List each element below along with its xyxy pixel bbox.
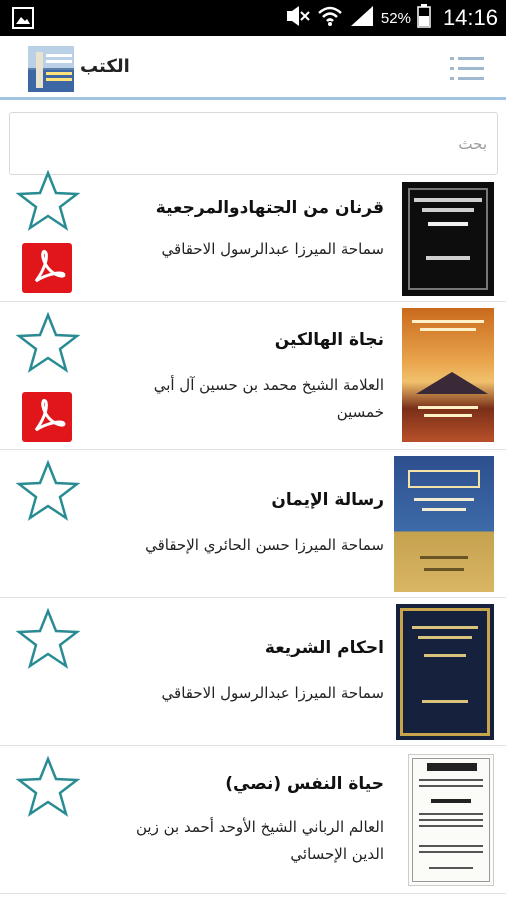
star-icon[interactable] xyxy=(16,608,80,670)
book-cover xyxy=(394,456,494,592)
book-author: سماحة الميرزا عبدالرسول الاحقاقي xyxy=(161,240,384,258)
list-item[interactable]: احكام الشريعة سماحة الميرزا عبدالرسول ال… xyxy=(0,598,506,746)
app-logo[interactable] xyxy=(28,46,74,92)
search-box xyxy=(9,112,498,175)
book-title: قرنان من الجتهادوالمرجعية xyxy=(155,198,384,218)
pdf-icon[interactable] xyxy=(22,243,72,293)
list-item[interactable]: نجاة الهالكين العلامة الشيخ محمد بن حسين… xyxy=(0,302,506,450)
page-title: الكتب xyxy=(80,56,130,77)
book-cover xyxy=(402,308,494,442)
star-icon[interactable] xyxy=(16,170,80,232)
list-item[interactable]: رسالة الإيمان سماحة الميرزا حسن الحائري … xyxy=(0,450,506,598)
book-title: رسالة الإيمان xyxy=(271,490,384,510)
mute-icon xyxy=(285,5,311,31)
menu-icon[interactable] xyxy=(450,56,484,82)
book-title: احكام الشريعة xyxy=(264,638,384,658)
star-icon[interactable] xyxy=(16,756,80,818)
book-author: سماحة الميرزا حسن الحائري الإحقاقي xyxy=(145,536,384,554)
battery-icon xyxy=(417,4,431,32)
search-input[interactable] xyxy=(20,131,487,157)
gallery-notification-icon xyxy=(12,7,34,33)
book-author: العلامة الشيخ محمد بن حسين آل أبي خمسين xyxy=(153,376,384,421)
book-title: نجاة الهالكين xyxy=(274,330,384,350)
star-icon[interactable] xyxy=(16,460,80,522)
list-item[interactable]: حياة النفس (نصي) العالم الرباني الشيخ ال… xyxy=(0,746,506,894)
book-title: حياة النفس (نصي) xyxy=(225,774,384,794)
book-author: العالم الرباني الشيخ الأوحد أحمد بن زين … xyxy=(136,818,384,863)
book-cover xyxy=(408,754,494,886)
clock: 14:16 xyxy=(442,5,498,30)
book-cover xyxy=(402,182,494,296)
pdf-icon[interactable] xyxy=(22,392,72,442)
book-author: سماحة الميرزا عبدالرسول الاحقاقي xyxy=(161,684,384,702)
status-bar: 52% 14:16 xyxy=(0,0,506,36)
star-icon[interactable] xyxy=(16,312,80,374)
list-item[interactable]: قرنان من الجتهادوالمرجعية سماحة الميرزا … xyxy=(0,170,506,302)
wifi-icon xyxy=(317,5,343,31)
battery-percent: 52% xyxy=(380,9,411,27)
signal-icon xyxy=(349,5,375,31)
book-list: قرنان من الجتهادوالمرجعية سماحة الميرزا … xyxy=(0,170,506,894)
book-cover xyxy=(396,604,494,740)
action-bar: الكتب xyxy=(0,36,506,100)
